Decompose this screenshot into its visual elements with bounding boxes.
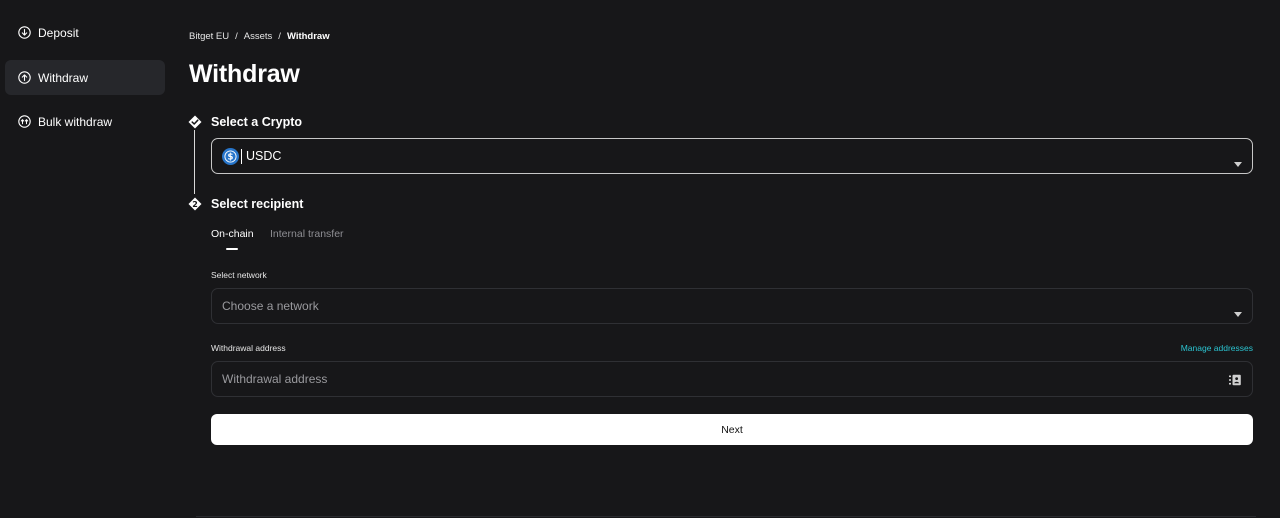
- withdrawal-address-input[interactable]: [222, 372, 1202, 386]
- sidebar-item-label: Deposit: [38, 25, 79, 40]
- address-label: Withdrawal address: [211, 343, 286, 353]
- step-complete-icon: [188, 115, 202, 129]
- divider: [196, 516, 1256, 517]
- usdc-coin-icon: $: [222, 147, 239, 165]
- bulk-transfer-icon: [18, 115, 31, 128]
- breadcrumb-separator: /: [235, 30, 238, 42]
- chevron-down-icon: [1234, 304, 1242, 317]
- text-cursor: [241, 148, 242, 164]
- chevron-down-icon: [1234, 154, 1242, 167]
- arrow-down-circle-icon: [18, 26, 31, 39]
- step-title-recipient: Select recipient: [211, 197, 304, 211]
- breadcrumb-separator: /: [278, 30, 281, 42]
- tab-on-chain[interactable]: On-chain: [211, 228, 254, 240]
- breadcrumb-item-bitget-eu[interactable]: Bitget EU: [189, 31, 229, 42]
- arrow-up-circle-icon: [18, 71, 31, 84]
- active-tab-indicator: [226, 248, 238, 250]
- address-book-icon[interactable]: [1229, 373, 1241, 386]
- withdraw-page: Deposit Withdraw Bulk withdraw Bitget EU…: [0, 0, 1280, 518]
- step-number-icon: 2: [188, 197, 202, 211]
- tab-internal-transfer[interactable]: Internal transfer: [270, 228, 344, 240]
- breadcrumb-item-assets[interactable]: Assets: [244, 31, 273, 42]
- withdrawal-address-field[interactable]: [211, 361, 1253, 397]
- page-title: Withdraw: [189, 60, 300, 88]
- sidebar-item-label: Bulk withdraw: [38, 114, 113, 129]
- crypto-select[interactable]: $ USDC: [211, 138, 1253, 174]
- step-title-crypto: Select a Crypto: [211, 115, 303, 129]
- network-select[interactable]: Choose a network: [211, 288, 1253, 324]
- network-label: Select network: [211, 270, 267, 280]
- sidebar-item-bulk-withdraw[interactable]: Bulk withdraw: [5, 104, 165, 139]
- breadcrumb: Bitget EU / Assets / Withdraw: [189, 30, 330, 42]
- network-placeholder: Choose a network: [222, 299, 319, 313]
- manage-addresses-link[interactable]: Manage addresses: [1181, 343, 1253, 353]
- sidebar-item-deposit[interactable]: Deposit: [5, 15, 165, 50]
- selected-crypto-value: USDC: [246, 149, 282, 163]
- next-button[interactable]: Next: [211, 414, 1253, 445]
- breadcrumb-item-current: Withdraw: [286, 30, 330, 42]
- svg-text:$: $: [228, 152, 234, 162]
- sidebar-item-withdraw[interactable]: Withdraw: [5, 60, 165, 95]
- sidebar-item-label: Withdraw: [38, 70, 89, 85]
- svg-text:2: 2: [192, 200, 198, 209]
- sidebar: Deposit Withdraw Bulk withdraw: [0, 0, 172, 518]
- step-connector: [194, 130, 195, 194]
